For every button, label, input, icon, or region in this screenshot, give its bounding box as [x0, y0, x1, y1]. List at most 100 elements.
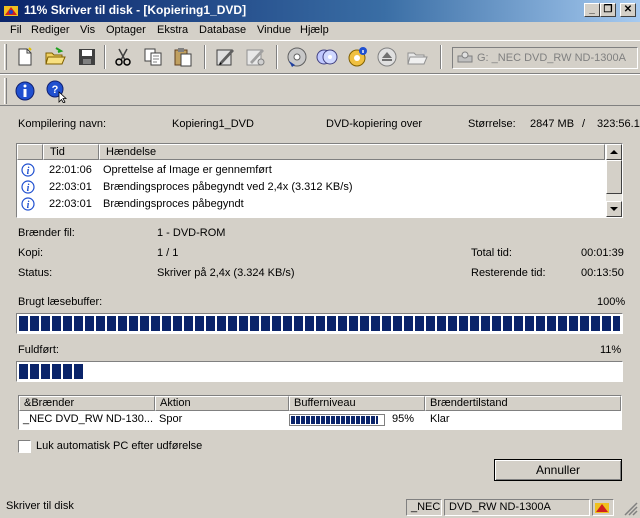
burn-compilation-icon[interactable]: [212, 44, 238, 70]
secondary-toolbar: ?: [0, 74, 640, 106]
recorder-state-col-header[interactable]: Brændertilstand: [425, 396, 621, 411]
status-text: Skriver til disk: [6, 500, 74, 512]
status-label: Status:: [18, 267, 53, 279]
status-value: Skriver på 2,4x (3.324 KB/s): [157, 267, 295, 279]
help-pointer-icon[interactable]: ?: [44, 78, 70, 104]
remaining-time-label: Resterende tid:: [471, 267, 546, 279]
completion-progress-bar: [16, 361, 623, 382]
progress-percent: 11%: [600, 344, 622, 356]
compilation-type-value: DVD-kopiering over: [326, 118, 422, 130]
menu-help[interactable]: Hjælp: [300, 24, 329, 36]
menu-file[interactable]: Fil: [10, 24, 22, 36]
size-value: 2847 MB: [530, 118, 575, 130]
menu-recorder[interactable]: Optager: [106, 24, 146, 36]
completion-progress-fill: [19, 364, 86, 379]
resize-grip-icon[interactable]: [624, 502, 638, 516]
arrow-up-icon: [610, 150, 618, 154]
scroll-down-button[interactable]: [606, 201, 622, 217]
copy-disc-icon[interactable]: [314, 44, 340, 70]
paste-icon[interactable]: [170, 44, 196, 70]
toolbar-grip[interactable]: [4, 78, 7, 104]
cut-icon[interactable]: [110, 44, 136, 70]
status-vendor: _NEC: [406, 499, 442, 516]
open-folder-icon[interactable]: [42, 44, 68, 70]
log-header-icon-col[interactable]: [17, 144, 43, 160]
nero-app-icon[interactable]: [3, 3, 19, 19]
log-row[interactable]: i 22:01:06 Oprettelse af Image er gennem…: [17, 162, 605, 179]
toolbar-separator: [276, 45, 278, 69]
menu-window[interactable]: Vindue: [257, 24, 291, 36]
new-document-icon[interactable]: [12, 44, 38, 70]
size-separator: /: [582, 118, 586, 130]
info-icon: i: [21, 163, 35, 177]
toolbar-separator: [440, 45, 442, 69]
log-event: Oprettelse af Image er gennemført: [103, 164, 272, 176]
drive-select[interactable]: G: _NEC DVD_RW ND-1300A: [452, 47, 638, 69]
menu-view[interactable]: Vis: [80, 24, 95, 36]
total-time-value: 00:01:39: [581, 247, 624, 259]
log-row[interactable]: i 22:03:01 Brændingsproces påbegyndt ved…: [17, 179, 605, 196]
log-row[interactable]: i 22:03:01 Brændingsproces påbegyndt: [17, 196, 605, 213]
eject-icon[interactable]: [374, 44, 400, 70]
svg-text:i: i: [27, 200, 30, 211]
status-indicator: [592, 499, 614, 516]
auto-shutdown-label[interactable]: Luk automatisk PC efter udførelse: [36, 440, 202, 452]
minimize-button[interactable]: _: [584, 3, 600, 17]
menu-extras[interactable]: Ekstra: [157, 24, 188, 36]
log-event: Brændingsproces påbegyndt: [103, 198, 244, 210]
arrow-down-icon: [610, 207, 618, 211]
recorder-col-header[interactable]: &Brænder: [19, 396, 155, 411]
log-scrollbar[interactable]: [606, 144, 622, 217]
buffer-level-col-header[interactable]: Bufferniveau: [289, 396, 425, 411]
log-header-time[interactable]: Tid: [43, 144, 99, 160]
log-time: 22:01:06: [49, 164, 92, 176]
erase-rewritable-icon[interactable]: [242, 44, 268, 70]
menu-database[interactable]: Database: [199, 24, 246, 36]
buffer-label: Brugt læsebuffer:: [18, 296, 103, 308]
recorder-buffer-bar: [289, 414, 385, 426]
log-header-event[interactable]: Hændelse: [99, 144, 605, 160]
restore-button[interactable]: ❐: [600, 3, 616, 17]
read-buffer-fill: [19, 316, 620, 331]
copy-icon[interactable]: [140, 44, 166, 70]
burn-file-value: 1 - DVD-ROM: [157, 227, 226, 239]
auto-shutdown-checkbox[interactable]: [18, 440, 31, 453]
recorder-action: Spor: [159, 413, 183, 425]
event-log-list[interactable]: Tid Hændelse i 22:01:06 Oprettelse af Im…: [16, 143, 623, 218]
buffer-percent: 100%: [597, 296, 626, 308]
recorder-state: Klar: [430, 413, 450, 425]
log-time: 22:03:01: [49, 181, 92, 193]
scroll-up-button[interactable]: [606, 144, 622, 160]
read-buffer-bar: [16, 313, 623, 334]
recorder-buffer-percent: 95%: [392, 413, 415, 425]
progress-label: Fuldført:: [18, 344, 59, 356]
total-time-label: Total tid:: [471, 247, 512, 259]
compilation-name-label: Kompilering navn:: [18, 118, 107, 130]
menu-edit[interactable]: Rediger: [31, 24, 70, 36]
drive-icon: [457, 51, 473, 63]
toolbar-grip[interactable]: [4, 44, 7, 70]
recorder-name[interactable]: _NEC DVD_RW ND-130...: [23, 413, 153, 425]
recorder-buffer-fill: [291, 416, 379, 424]
status-model: DVD_RW ND-1300A: [444, 499, 590, 516]
copy-label: Kopi:: [18, 247, 44, 259]
cancel-button[interactable]: Annuller: [494, 459, 622, 481]
window-title: 11% Skriver til disk - [Kopiering1_DVD]: [24, 3, 247, 17]
burn-file-label: Brænder fil:: [18, 227, 75, 239]
log-event: Brændingsproces påbegyndt ved 2,4x (3.31…: [103, 181, 353, 193]
disc-info-icon[interactable]: [284, 44, 310, 70]
info-icon: i: [21, 180, 35, 194]
svg-text:i: i: [27, 166, 30, 177]
compilation-name-value: Kopiering1_DVD: [172, 118, 254, 130]
svg-text:i: i: [27, 183, 30, 194]
close-button[interactable]: ✕: [620, 3, 636, 17]
burn-status-icon: [595, 503, 609, 513]
action-col-header[interactable]: Aktion: [155, 396, 289, 411]
recorder-info-icon[interactable]: [344, 44, 370, 70]
scroll-thumb[interactable]: [606, 160, 622, 194]
save-disk-icon[interactable]: [74, 44, 100, 70]
open-image-icon[interactable]: [404, 44, 430, 70]
title-bar[interactable]: 11% Skriver til disk - [Kopiering1_DVD] …: [0, 0, 640, 22]
about-icon[interactable]: [12, 78, 38, 104]
recorder-table[interactable]: &Brænder Aktion Bufferniveau Brændertils…: [18, 395, 622, 430]
